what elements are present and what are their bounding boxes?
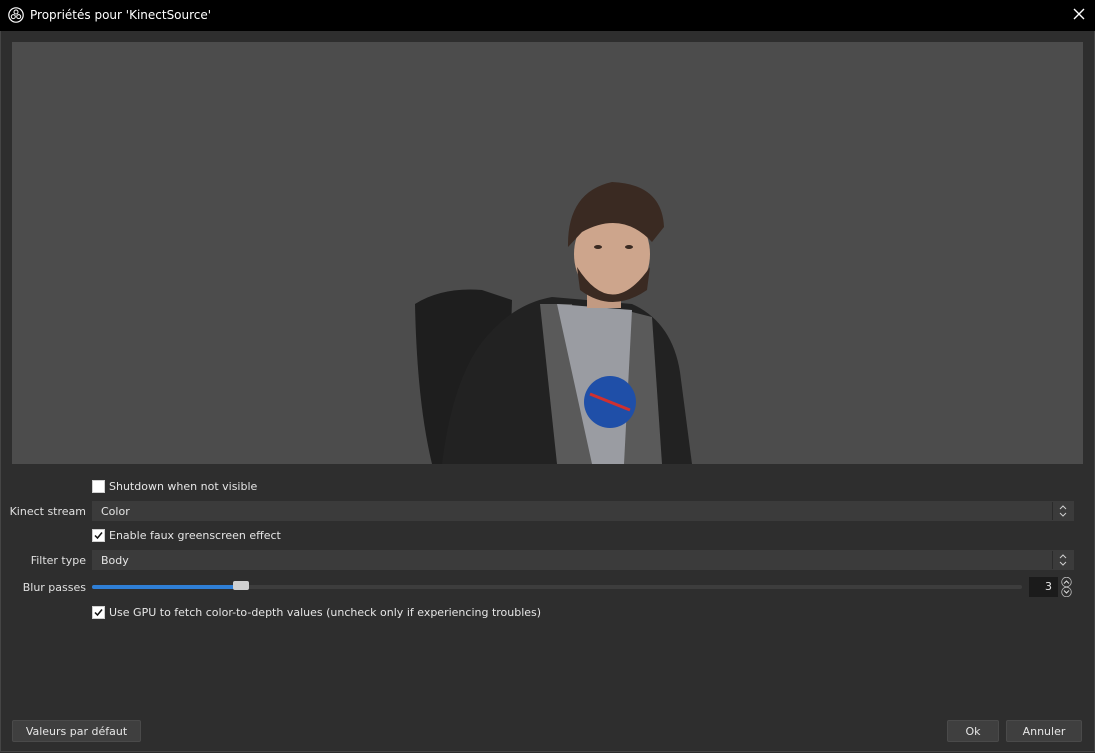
shutdown-checkbox[interactable]: [92, 480, 105, 493]
slider-handle[interactable]: [232, 581, 249, 590]
obs-logo-icon: [8, 7, 24, 23]
defaults-button[interactable]: Valeurs par défaut: [12, 720, 141, 742]
blur-passes-label: Blur passes: [22, 581, 86, 594]
blur-passes-slider[interactable]: [92, 581, 1022, 590]
preview-image: [415, 182, 692, 464]
spin-buttons[interactable]: [1059, 576, 1074, 598]
spin-arrows-icon: [1061, 576, 1072, 598]
cancel-button[interactable]: Annuler: [1006, 720, 1082, 742]
title-bar: Propriétés pour 'KinectSource': [0, 0, 1095, 31]
greenscreen-label: Enable faux greenscreen effect: [109, 529, 281, 542]
shutdown-label: Shutdown when not visible: [109, 480, 258, 493]
gpu-checkbox[interactable]: [92, 606, 105, 619]
filter-type-label: Filter type: [30, 554, 86, 567]
checkmark-icon: [94, 609, 103, 617]
filter-type-value: Body: [101, 554, 129, 567]
blur-passes-spinbox[interactable]: 3: [1029, 576, 1074, 598]
kinect-stream-value: Color: [101, 505, 130, 518]
kinect-stream-select[interactable]: Color: [92, 501, 1074, 521]
gpu-label: Use GPU to fetch color-to-depth values (…: [109, 606, 542, 619]
close-button[interactable]: [1063, 0, 1095, 31]
filter-type-select[interactable]: Body: [92, 550, 1074, 570]
source-preview: [12, 42, 1083, 464]
chevron-up-down-icon: [1052, 502, 1073, 520]
greenscreen-checkbox[interactable]: [92, 529, 105, 542]
blur-passes-value: 3: [1045, 580, 1052, 593]
chevron-up-down-icon: [1052, 551, 1073, 569]
ok-button[interactable]: Ok: [947, 720, 999, 742]
checkmark-icon: [94, 532, 103, 540]
window-title: Propriétés pour 'KinectSource': [30, 8, 212, 22]
blur-passes-input[interactable]: 3: [1029, 577, 1058, 597]
kinect-stream-label: Kinect stream: [9, 505, 86, 518]
close-icon: [1073, 8, 1085, 23]
slider-fill: [92, 585, 241, 589]
